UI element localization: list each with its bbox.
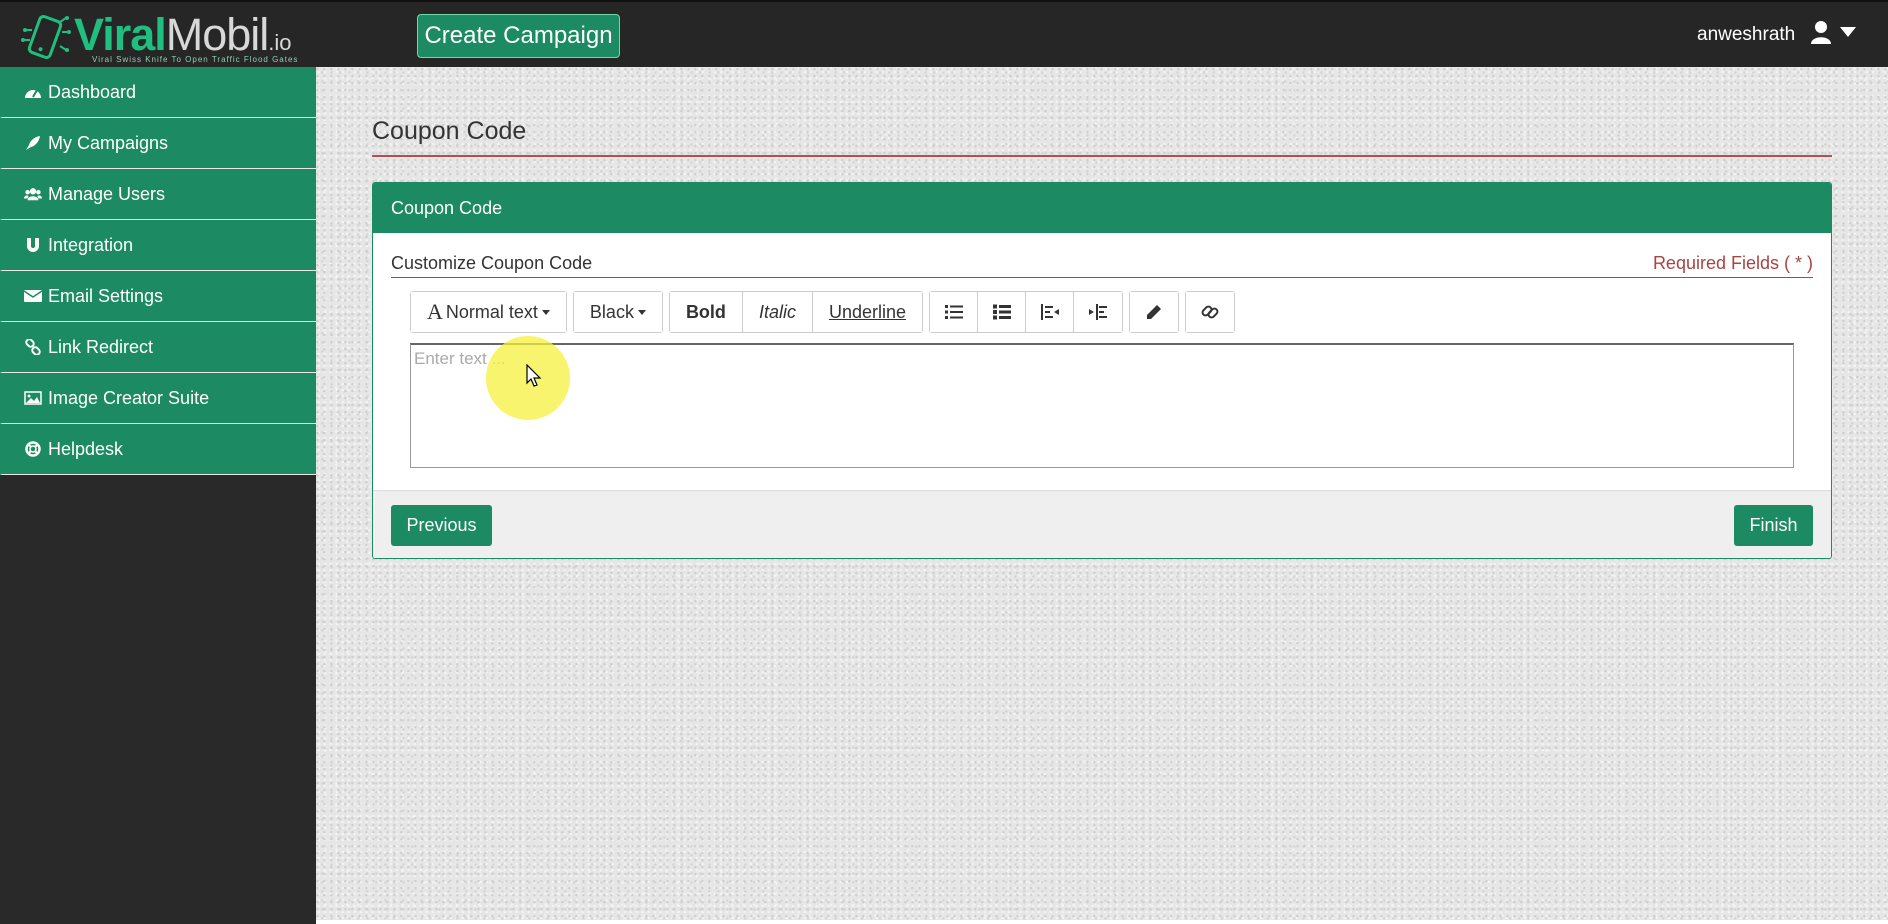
sidebar-item-label: Manage Users bbox=[48, 183, 166, 204]
caret-down-icon bbox=[1840, 27, 1856, 37]
section-divider bbox=[391, 277, 1813, 278]
indent-icon bbox=[1089, 304, 1107, 320]
underline-label: Underline bbox=[828, 301, 906, 322]
sidebar-item-link-redirect[interactable]: Link Redirect bbox=[0, 322, 316, 373]
envelope-icon bbox=[24, 287, 42, 305]
ordered-list-icon bbox=[992, 304, 1011, 320]
mouse-cursor-icon bbox=[526, 364, 542, 387]
main-content: Coupon Code Coupon Code Customize Coupon… bbox=[316, 67, 1888, 920]
sidebar-item-label: Dashboard bbox=[48, 81, 137, 102]
magnet-icon bbox=[24, 236, 42, 254]
unordered-list-icon bbox=[944, 305, 963, 319]
sidebar-item-label: Email Settings bbox=[48, 285, 164, 306]
emphasis-group: Bold Italic Underline bbox=[668, 291, 923, 333]
sidebar-item-label: Helpdesk bbox=[48, 438, 124, 459]
pencil-icon bbox=[1147, 305, 1161, 319]
viralmobil-logo[interactable]: ViralMobil.io Viral Swiss Knife To Open … bbox=[20, 10, 320, 65]
user-icon bbox=[1811, 21, 1831, 44]
sidebar-item-label: My Campaigns bbox=[48, 132, 169, 153]
logo-io-text: .io bbox=[268, 30, 292, 55]
sidebar-item-integration[interactable]: Integration bbox=[0, 220, 316, 271]
color-group: Black bbox=[572, 291, 663, 333]
logo-tagline: Viral Swiss Knife To Open Traffic Flood … bbox=[92, 55, 299, 64]
outdent-icon bbox=[1040, 304, 1059, 320]
sidebar-item-label: Image Creator Suite bbox=[48, 387, 210, 408]
text-style-group: A Normal text bbox=[410, 291, 567, 333]
sidebar-item-label: Integration bbox=[48, 234, 134, 255]
italic-button[interactable]: Italic bbox=[742, 292, 813, 332]
color-label: Black bbox=[589, 301, 634, 322]
sidebar-item-dashboard[interactable]: Dashboard bbox=[0, 67, 316, 118]
font-icon: A bbox=[427, 299, 443, 324]
title-divider bbox=[372, 155, 1832, 157]
sidebar-item-helpdesk[interactable]: Helpdesk bbox=[0, 424, 316, 475]
finish-button[interactable]: Finish bbox=[1734, 505, 1813, 546]
link-group bbox=[1185, 291, 1235, 333]
previous-button[interactable]: Previous bbox=[391, 505, 492, 546]
insert-link-button[interactable] bbox=[1186, 292, 1234, 332]
panel-heading: Coupon Code bbox=[373, 183, 1831, 233]
editor-toolbar: A Normal text Black Bold Italic Underlin… bbox=[410, 291, 1235, 333]
bold-button[interactable]: Bold bbox=[669, 292, 743, 332]
caret-down-icon bbox=[637, 309, 646, 315]
edit-html-group bbox=[1129, 291, 1179, 333]
list-group bbox=[929, 291, 1123, 333]
coupon-code-panel: Coupon Code Customize Coupon Code Requir… bbox=[372, 182, 1832, 559]
text-style-dropdown[interactable]: A Normal text bbox=[411, 292, 566, 332]
link-icon bbox=[1201, 305, 1219, 319]
sidebar: Dashboard My Campaigns Manage Users Inte… bbox=[0, 67, 316, 924]
edit-html-button[interactable] bbox=[1130, 292, 1178, 332]
logo-viral-text: Viral bbox=[74, 9, 167, 60]
logo-mobil-text: Mobil bbox=[165, 9, 270, 60]
coupon-text-editor[interactable]: Enter text ... bbox=[410, 343, 1794, 468]
rocket-icon bbox=[24, 134, 42, 152]
outdent-button[interactable] bbox=[1026, 292, 1074, 332]
bold-label: Bold bbox=[685, 301, 726, 322]
text-style-label: Normal text bbox=[445, 301, 538, 322]
customize-coupon-label: Customize Coupon Code bbox=[391, 253, 593, 273]
dashboard-icon bbox=[24, 83, 42, 101]
sidebar-item-my-campaigns[interactable]: My Campaigns bbox=[0, 118, 316, 169]
required-fields-label: Required Fields ( * ) bbox=[1652, 253, 1813, 273]
sidebar-item-manage-users[interactable]: Manage Users bbox=[0, 169, 316, 220]
phone-logo-icon bbox=[21, 15, 71, 59]
ordered-list-button[interactable] bbox=[978, 292, 1026, 332]
indent-button[interactable] bbox=[1074, 292, 1122, 332]
sidebar-item-image-creator-suite[interactable]: Image Creator Suite bbox=[0, 373, 316, 424]
top-navbar: ViralMobil.io Viral Swiss Knife To Open … bbox=[0, 0, 1888, 67]
user-menu-toggle[interactable] bbox=[1810, 20, 1856, 44]
page-title: Coupon Code bbox=[372, 117, 527, 145]
panel-footer: Previous Finish bbox=[373, 490, 1831, 558]
caret-down-icon bbox=[541, 309, 550, 315]
unordered-list-button[interactable] bbox=[930, 292, 978, 332]
link-icon bbox=[24, 338, 42, 356]
italic-label: Italic bbox=[758, 301, 796, 322]
sidebar-item-email-settings[interactable]: Email Settings bbox=[0, 271, 316, 322]
create-campaign-button[interactable]: Create Campaign bbox=[417, 14, 620, 58]
lifebuoy-icon bbox=[24, 440, 42, 458]
users-icon bbox=[24, 185, 42, 203]
color-dropdown[interactable]: Black bbox=[573, 292, 662, 332]
underline-button[interactable]: Underline bbox=[812, 292, 922, 332]
image-icon bbox=[24, 389, 42, 407]
username-label[interactable]: anweshrath bbox=[1697, 24, 1795, 46]
sidebar-item-label: Link Redirect bbox=[48, 336, 154, 357]
